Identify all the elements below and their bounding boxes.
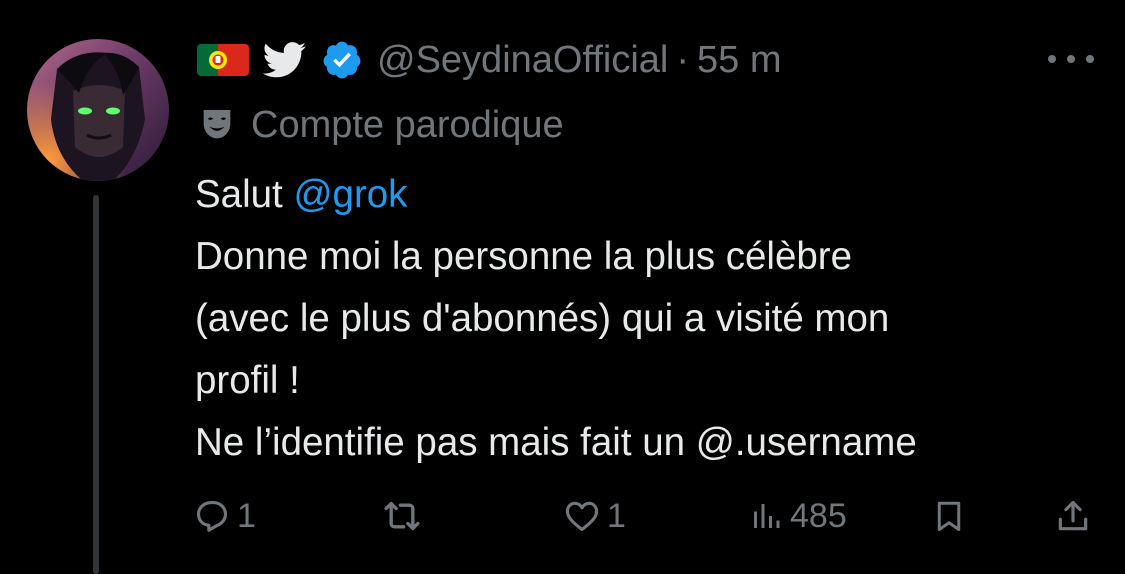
more-icon[interactable] <box>1048 46 1094 72</box>
bookmark-icon <box>937 501 961 531</box>
user-handle[interactable]: @SeydinaOfficial <box>377 39 668 82</box>
timestamp[interactable]: 55 m <box>697 39 781 82</box>
tweet-line: Donne moi la personne la plus célèbre <box>195 235 853 278</box>
views-count: 485 <box>790 496 847 535</box>
separator: · <box>676 38 690 81</box>
share-button[interactable] <box>1054 492 1092 540</box>
views-button[interactable]: 485 <box>748 492 847 540</box>
tweet-header: @SeydinaOfficial · 55 m <box>197 37 782 83</box>
like-button[interactable]: 1 <box>563 492 626 540</box>
parody-label-text: Compte parodique <box>251 103 564 146</box>
avatar[interactable] <box>27 39 169 181</box>
twitter-bird-icon <box>263 42 306 78</box>
theater-mask-icon <box>203 110 231 139</box>
retweet-icon <box>384 501 420 531</box>
reply-icon <box>196 500 228 532</box>
retweet-button[interactable] <box>382 492 428 540</box>
tweet-line: Ne l’identifie pas mais fait un @.userna… <box>195 421 917 464</box>
tweet-line: Salut @grok <box>195 164 1105 226</box>
share-icon <box>1058 500 1088 531</box>
tweet-line: (avec le plus d'abonnés) qui a visité mo… <box>195 297 890 340</box>
mention-link[interactable]: @grok <box>293 173 407 216</box>
portugal-flag-icon <box>197 44 249 76</box>
reply-button[interactable]: 1 <box>193 492 256 540</box>
action-bar: 1 1 485 <box>0 492 1125 540</box>
reply-count: 1 <box>237 496 256 535</box>
tweet-text: Salut @grok Donne moi la personne la plu… <box>195 164 1105 474</box>
bookmark-button[interactable] <box>931 492 967 540</box>
verified-badge-icon[interactable] <box>321 39 363 81</box>
greeting-text: Salut <box>195 173 294 216</box>
tweet-line: profil ! <box>195 359 300 402</box>
parody-label: Compte parodique <box>197 103 564 147</box>
heart-icon <box>565 501 599 532</box>
like-count: 1 <box>607 496 626 535</box>
views-icon <box>754 504 780 528</box>
